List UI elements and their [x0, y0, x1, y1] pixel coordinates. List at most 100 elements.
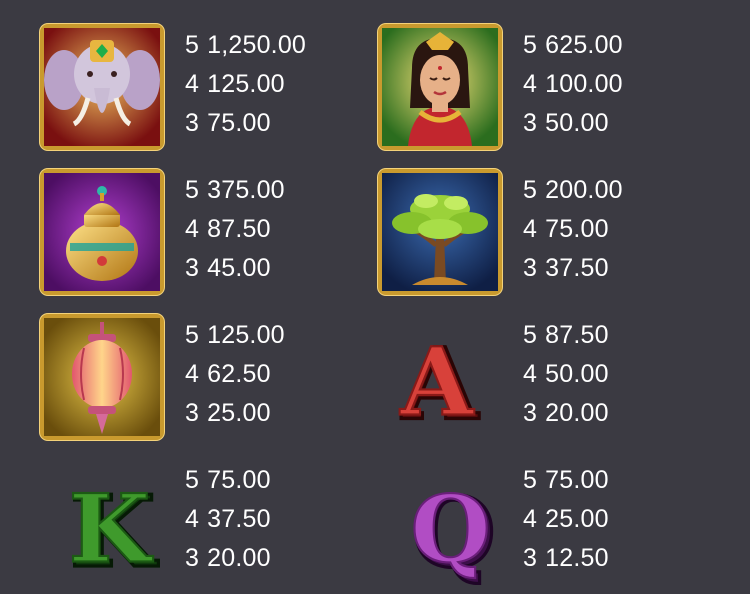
- payout-row: 4 87.50: [185, 210, 285, 249]
- payout-row: 4 125.00: [185, 65, 306, 104]
- payout-row: 5 200.00: [523, 171, 623, 210]
- payout-value: 1,250.00: [207, 31, 307, 59]
- payout-value: 100.00: [545, 70, 623, 98]
- payout-count: 3: [523, 109, 538, 137]
- payout-list: 5 200.00 4 75.00 3 37.50: [523, 171, 623, 288]
- payout-count: 3: [523, 544, 538, 572]
- letter-k-icon: K K: [40, 459, 164, 585]
- payout-value: 50.00: [545, 360, 609, 388]
- payout-row: 4 25.00: [523, 500, 609, 539]
- payout-row: 3 50.00: [523, 104, 623, 143]
- payout-count: 4: [185, 505, 200, 533]
- payout-count: 4: [523, 505, 538, 533]
- payout-list: 5 75.00 4 25.00 3 12.50: [523, 461, 609, 578]
- letter-a-glyph: A: [399, 327, 474, 437]
- payout-row: 4 50.00: [523, 355, 609, 394]
- paytable-entry-elephant: 5 1,250.00 4 125.00 3 75.00: [40, 24, 370, 156]
- payout-value: 200.00: [545, 176, 623, 204]
- payout-count: 3: [185, 254, 200, 282]
- payout-count: 4: [523, 360, 538, 388]
- paytable: 5 1,250.00 4 125.00 3 75.00 5 625.00 4 1…: [0, 0, 750, 594]
- payout-row: 3 12.50: [523, 539, 609, 578]
- payout-list: 5 375.00 4 87.50 3 45.00: [185, 171, 285, 288]
- payout-row: 5 75.00: [185, 461, 271, 500]
- payout-count: 4: [185, 215, 200, 243]
- payout-count: 5: [185, 176, 200, 204]
- paytable-entry-letter-k: K K 5 75.00 4 37.50 3 20.00: [40, 459, 370, 591]
- payout-count: 4: [523, 70, 538, 98]
- payout-list: 5 87.50 4 50.00 3 20.00: [523, 316, 609, 433]
- payout-row: 3 75.00: [185, 104, 306, 143]
- payout-count: 5: [523, 466, 538, 494]
- payout-count: 5: [185, 31, 200, 59]
- payout-value: 87.50: [545, 321, 609, 349]
- paytable-entry-letter-a: A A 5 87.50 4 50.00 3 20.00: [378, 314, 708, 446]
- payout-count: 4: [523, 215, 538, 243]
- payout-row: 4 62.50: [185, 355, 285, 394]
- payout-value: 25.00: [545, 505, 609, 533]
- payout-list: 5 125.00 4 62.50 3 25.00: [185, 316, 285, 433]
- payout-value: 87.50: [207, 215, 271, 243]
- payout-value: 375.00: [207, 176, 285, 204]
- paytable-entry-tree: 5 200.00 4 75.00 3 37.50: [378, 169, 708, 301]
- payout-count: 3: [185, 399, 200, 427]
- paytable-entry-golden-pot: 5 375.00 4 87.50 3 45.00: [40, 169, 370, 301]
- payout-row: 5 1,250.00: [185, 26, 306, 65]
- golden-pot-icon: [40, 169, 164, 295]
- payout-value: 75.00: [545, 466, 609, 494]
- payout-row: 5 625.00: [523, 26, 623, 65]
- payout-value: 625.00: [545, 31, 623, 59]
- payout-count: 4: [185, 360, 200, 388]
- letter-a-icon: A A: [378, 314, 502, 440]
- payout-value: 75.00: [207, 109, 271, 137]
- payout-value: 12.50: [545, 544, 609, 572]
- payout-value: 37.50: [545, 254, 609, 282]
- paytable-entry-letter-q: Q Q 5 75.00 4 25.00 3 12.50: [378, 459, 708, 591]
- payout-row: 5 87.50: [523, 316, 609, 355]
- payout-count: 3: [185, 544, 200, 572]
- payout-list: 5 625.00 4 100.00 3 50.00: [523, 26, 623, 143]
- tree-icon: [378, 169, 502, 295]
- letter-q-glyph: Q: [411, 476, 491, 584]
- letter-k-glyph: K: [69, 475, 154, 585]
- payout-list: 5 75.00 4 37.50 3 20.00: [185, 461, 271, 578]
- payout-value: 125.00: [207, 70, 285, 98]
- payout-count: 5: [185, 321, 200, 349]
- paytable-entry-lantern: 5 125.00 4 62.50 3 25.00: [40, 314, 370, 446]
- payout-count: 5: [523, 31, 538, 59]
- payout-count: 5: [523, 176, 538, 204]
- princess-icon: [378, 24, 502, 150]
- payout-row: 3 45.00: [185, 249, 285, 288]
- payout-count: 3: [185, 109, 200, 137]
- payout-value: 45.00: [207, 254, 271, 282]
- payout-row: 3 20.00: [185, 539, 271, 578]
- payout-row: 4 37.50: [185, 500, 271, 539]
- payout-row: 5 125.00: [185, 316, 285, 355]
- payout-list: 5 1,250.00 4 125.00 3 75.00: [185, 26, 306, 143]
- letter-q-icon: Q Q: [378, 459, 502, 585]
- payout-value: 20.00: [545, 399, 609, 427]
- payout-value: 75.00: [207, 466, 271, 494]
- payout-value: 25.00: [207, 399, 271, 427]
- payout-count: 5: [523, 321, 538, 349]
- payout-row: 5 375.00: [185, 171, 285, 210]
- payout-count: 3: [523, 254, 538, 282]
- payout-count: 4: [185, 70, 200, 98]
- payout-value: 20.00: [207, 544, 271, 572]
- payout-row: 5 75.00: [523, 461, 609, 500]
- payout-value: 62.50: [207, 360, 271, 388]
- payout-value: 75.00: [545, 215, 609, 243]
- payout-value: 37.50: [207, 505, 271, 533]
- payout-row: 4 100.00: [523, 65, 623, 104]
- lantern-icon: [40, 314, 164, 440]
- elephant-icon: [40, 24, 164, 150]
- payout-value: 125.00: [207, 321, 285, 349]
- payout-row: 3 37.50: [523, 249, 623, 288]
- paytable-entry-princess: 5 625.00 4 100.00 3 50.00: [378, 24, 708, 156]
- payout-value: 50.00: [545, 109, 609, 137]
- payout-row: 3 25.00: [185, 394, 285, 433]
- payout-row: 3 20.00: [523, 394, 609, 433]
- payout-count: 5: [185, 466, 200, 494]
- payout-row: 4 75.00: [523, 210, 623, 249]
- payout-count: 3: [523, 399, 538, 427]
